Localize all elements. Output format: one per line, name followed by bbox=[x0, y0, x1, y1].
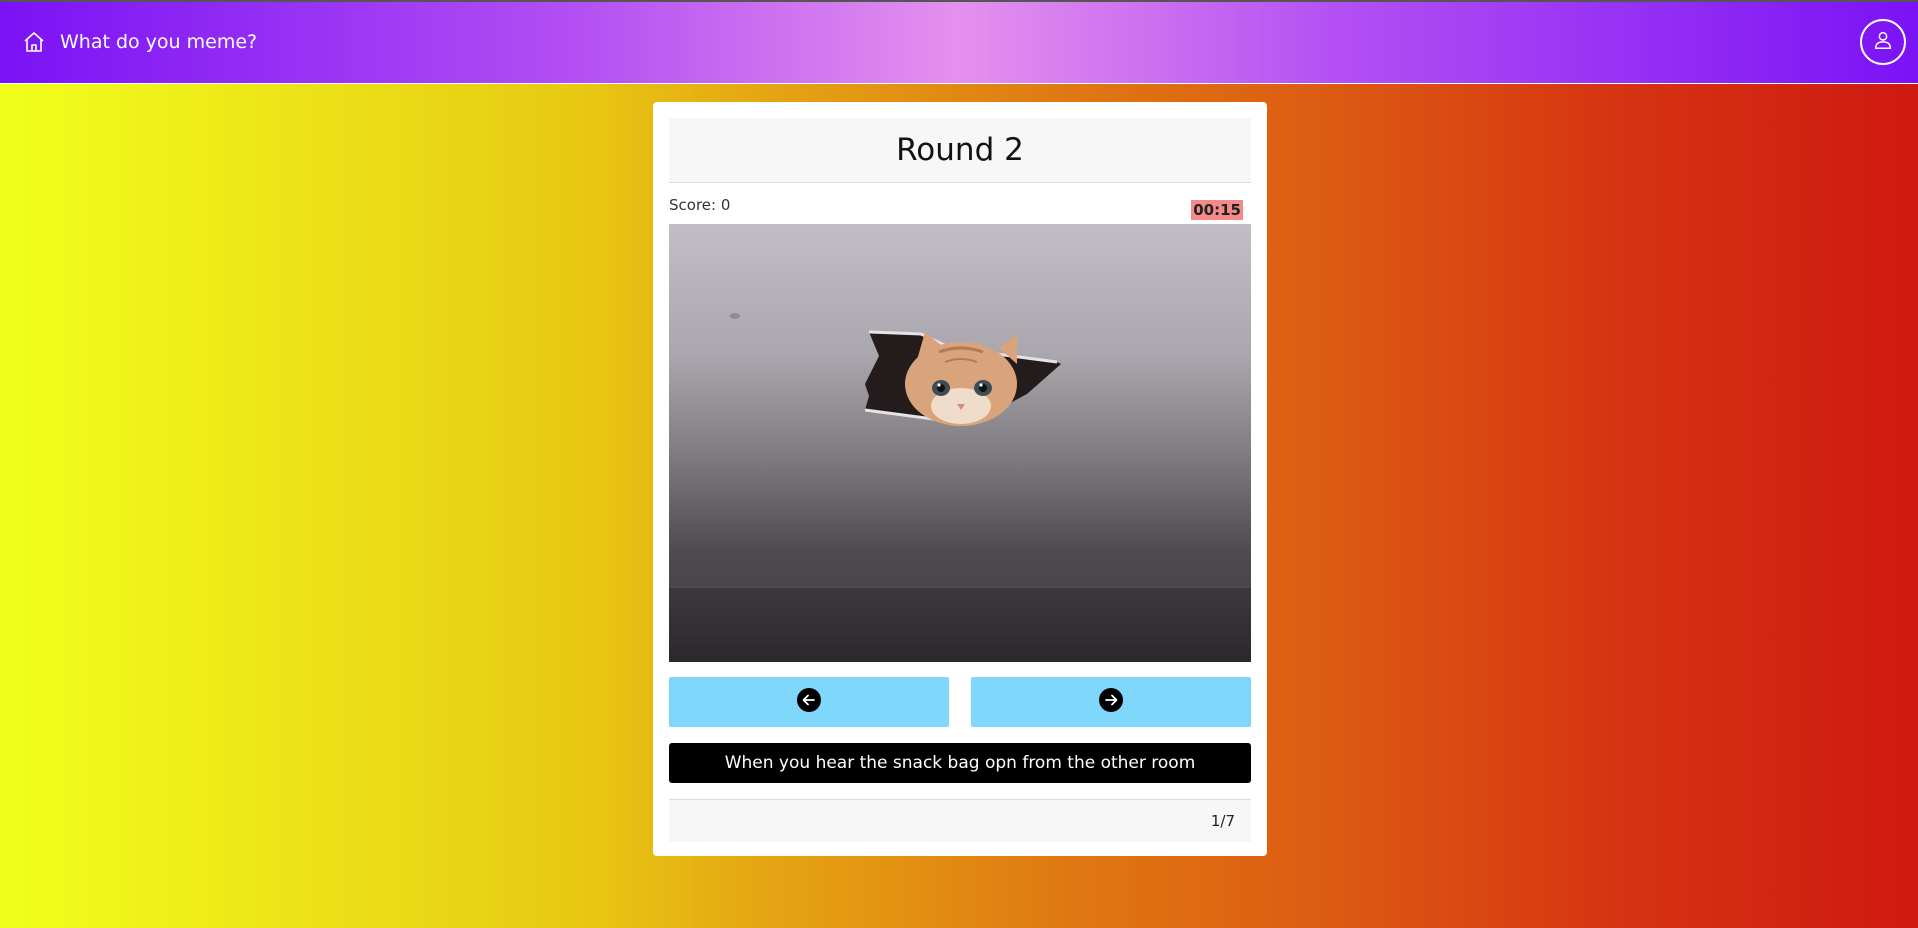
score-label: Score: 0 bbox=[669, 196, 731, 214]
profile-button[interactable] bbox=[1860, 19, 1906, 65]
page-counter: 1/7 bbox=[1210, 812, 1235, 830]
countdown-timer: 00:15 bbox=[1191, 200, 1243, 220]
game-card: Round 2 Score: 0 00:15 When you hear the… bbox=[653, 102, 1267, 856]
home-link[interactable]: What do you meme? bbox=[22, 30, 257, 54]
previous-button[interactable] bbox=[669, 677, 949, 727]
home-icon bbox=[22, 30, 46, 54]
arrow-left-circle-icon bbox=[796, 687, 822, 717]
meme-image bbox=[669, 224, 1251, 662]
meme-caption[interactable]: When you hear the snack bag opn from the… bbox=[669, 743, 1251, 783]
floor-shadow bbox=[669, 587, 1251, 662]
user-icon bbox=[1872, 29, 1894, 55]
next-button[interactable] bbox=[971, 677, 1251, 727]
top-navbar: What do you meme? bbox=[0, 0, 1918, 84]
caption-text: When you hear the snack bag opn from the… bbox=[724, 753, 1196, 773]
round-header: Round 2 bbox=[669, 118, 1251, 183]
app-title: What do you meme? bbox=[60, 31, 258, 53]
card-footer: 1/7 bbox=[669, 799, 1251, 842]
arrow-right-circle-icon bbox=[1098, 687, 1124, 717]
round-title: Round 2 bbox=[896, 132, 1024, 168]
